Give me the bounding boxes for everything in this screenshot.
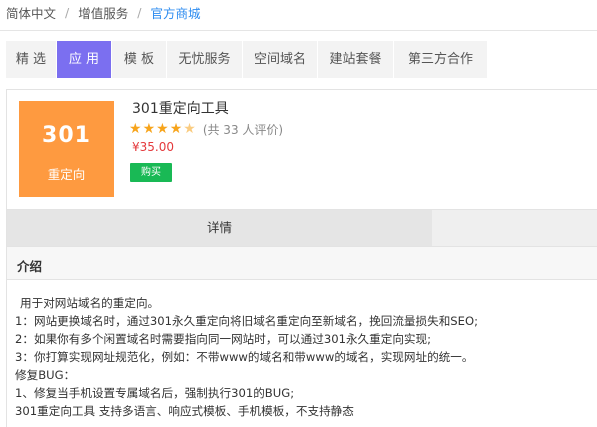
detail-tab-bar: 详情 xyxy=(6,210,597,246)
product-name: 301重定向工具 xyxy=(132,101,229,117)
tab-featured[interactable]: 精 选 xyxy=(6,41,57,78)
star-icon: ★ xyxy=(156,121,169,137)
intro-line: 301重定向工具 支持多语言、响应式模板、手机模板，不支持静态 xyxy=(15,404,354,418)
category-tabs: 精 选 应 用 模 板 无忧服务 空间域名 建站套餐 第三方合作 xyxy=(6,41,488,78)
half-star-icon: ★ xyxy=(183,121,196,137)
product-price: ¥35.00 xyxy=(132,140,174,154)
breadcrumb-item-language[interactable]: 简体中文 xyxy=(6,3,56,22)
tab-details[interactable]: 详情 xyxy=(7,210,432,246)
intro-line: 用于对网站域名的重定向。 xyxy=(20,296,160,310)
star-icon: ★ xyxy=(142,121,156,137)
product-rating: ★ ★ ★ ★ ★ (共 33 人评价) xyxy=(129,120,283,138)
intro-line: 3：你打算实现网址规范化，例如：不带www的域名和带www的域名，实现网址的统一… xyxy=(15,350,474,364)
review-count: (共 33 人评价) xyxy=(202,122,284,137)
breadcrumb-current: 官方商城 xyxy=(150,5,201,21)
intro-line: 1：网站更换域名时，通过301永久重定向将旧域名重定向至新域名，挽回流量损失和S… xyxy=(15,314,479,328)
star-icon: ★ xyxy=(169,121,183,137)
tab-worry-free-service[interactable]: 无忧服务 xyxy=(167,41,243,78)
star-icon: ★ xyxy=(129,121,142,137)
tab-site-packages[interactable]: 建站套餐 xyxy=(318,41,394,78)
breadcrumb-separator: / xyxy=(65,4,70,20)
buy-button[interactable]: 购买 xyxy=(130,163,172,182)
product-card: 301 重定向 301重定向工具 ★ ★ ★ ★ ★ (共 33 人评价) ¥3… xyxy=(6,89,597,210)
intro-section-header: 介绍 xyxy=(6,246,597,280)
divider xyxy=(0,30,597,31)
intro-line: 2：如果你有多个闲置域名时需要指向同一网站时，可以通过301永久重定向实现; xyxy=(15,332,432,346)
product-logo-text: 重定向 xyxy=(47,167,86,182)
tab-hosting-domains[interactable]: 空间域名 xyxy=(243,41,318,78)
tab-templates[interactable]: 模 板 xyxy=(112,41,167,78)
breadcrumb-item-value-added[interactable]: 增值服务 xyxy=(78,3,128,22)
product-logo-number: 301 xyxy=(42,123,91,148)
intro-content: 用于对网站域名的重定向。 1：网站更换域名时，通过301永久重定向将旧域名重定向… xyxy=(6,280,597,427)
tab-apps[interactable]: 应 用 xyxy=(57,41,112,78)
tab-third-party[interactable]: 第三方合作 xyxy=(394,41,488,78)
intro-title: 介绍 xyxy=(17,259,43,274)
breadcrumb: 简体中文 / 增值服务 / 官方商城 xyxy=(6,3,200,21)
intro-line: 1、修复当手机设置专属域名后，强制执行301的BUG; xyxy=(15,386,295,400)
breadcrumb-separator: / xyxy=(137,4,142,20)
intro-line: 修复BUG： xyxy=(15,368,76,382)
product-logo: 301 重定向 xyxy=(19,101,114,197)
